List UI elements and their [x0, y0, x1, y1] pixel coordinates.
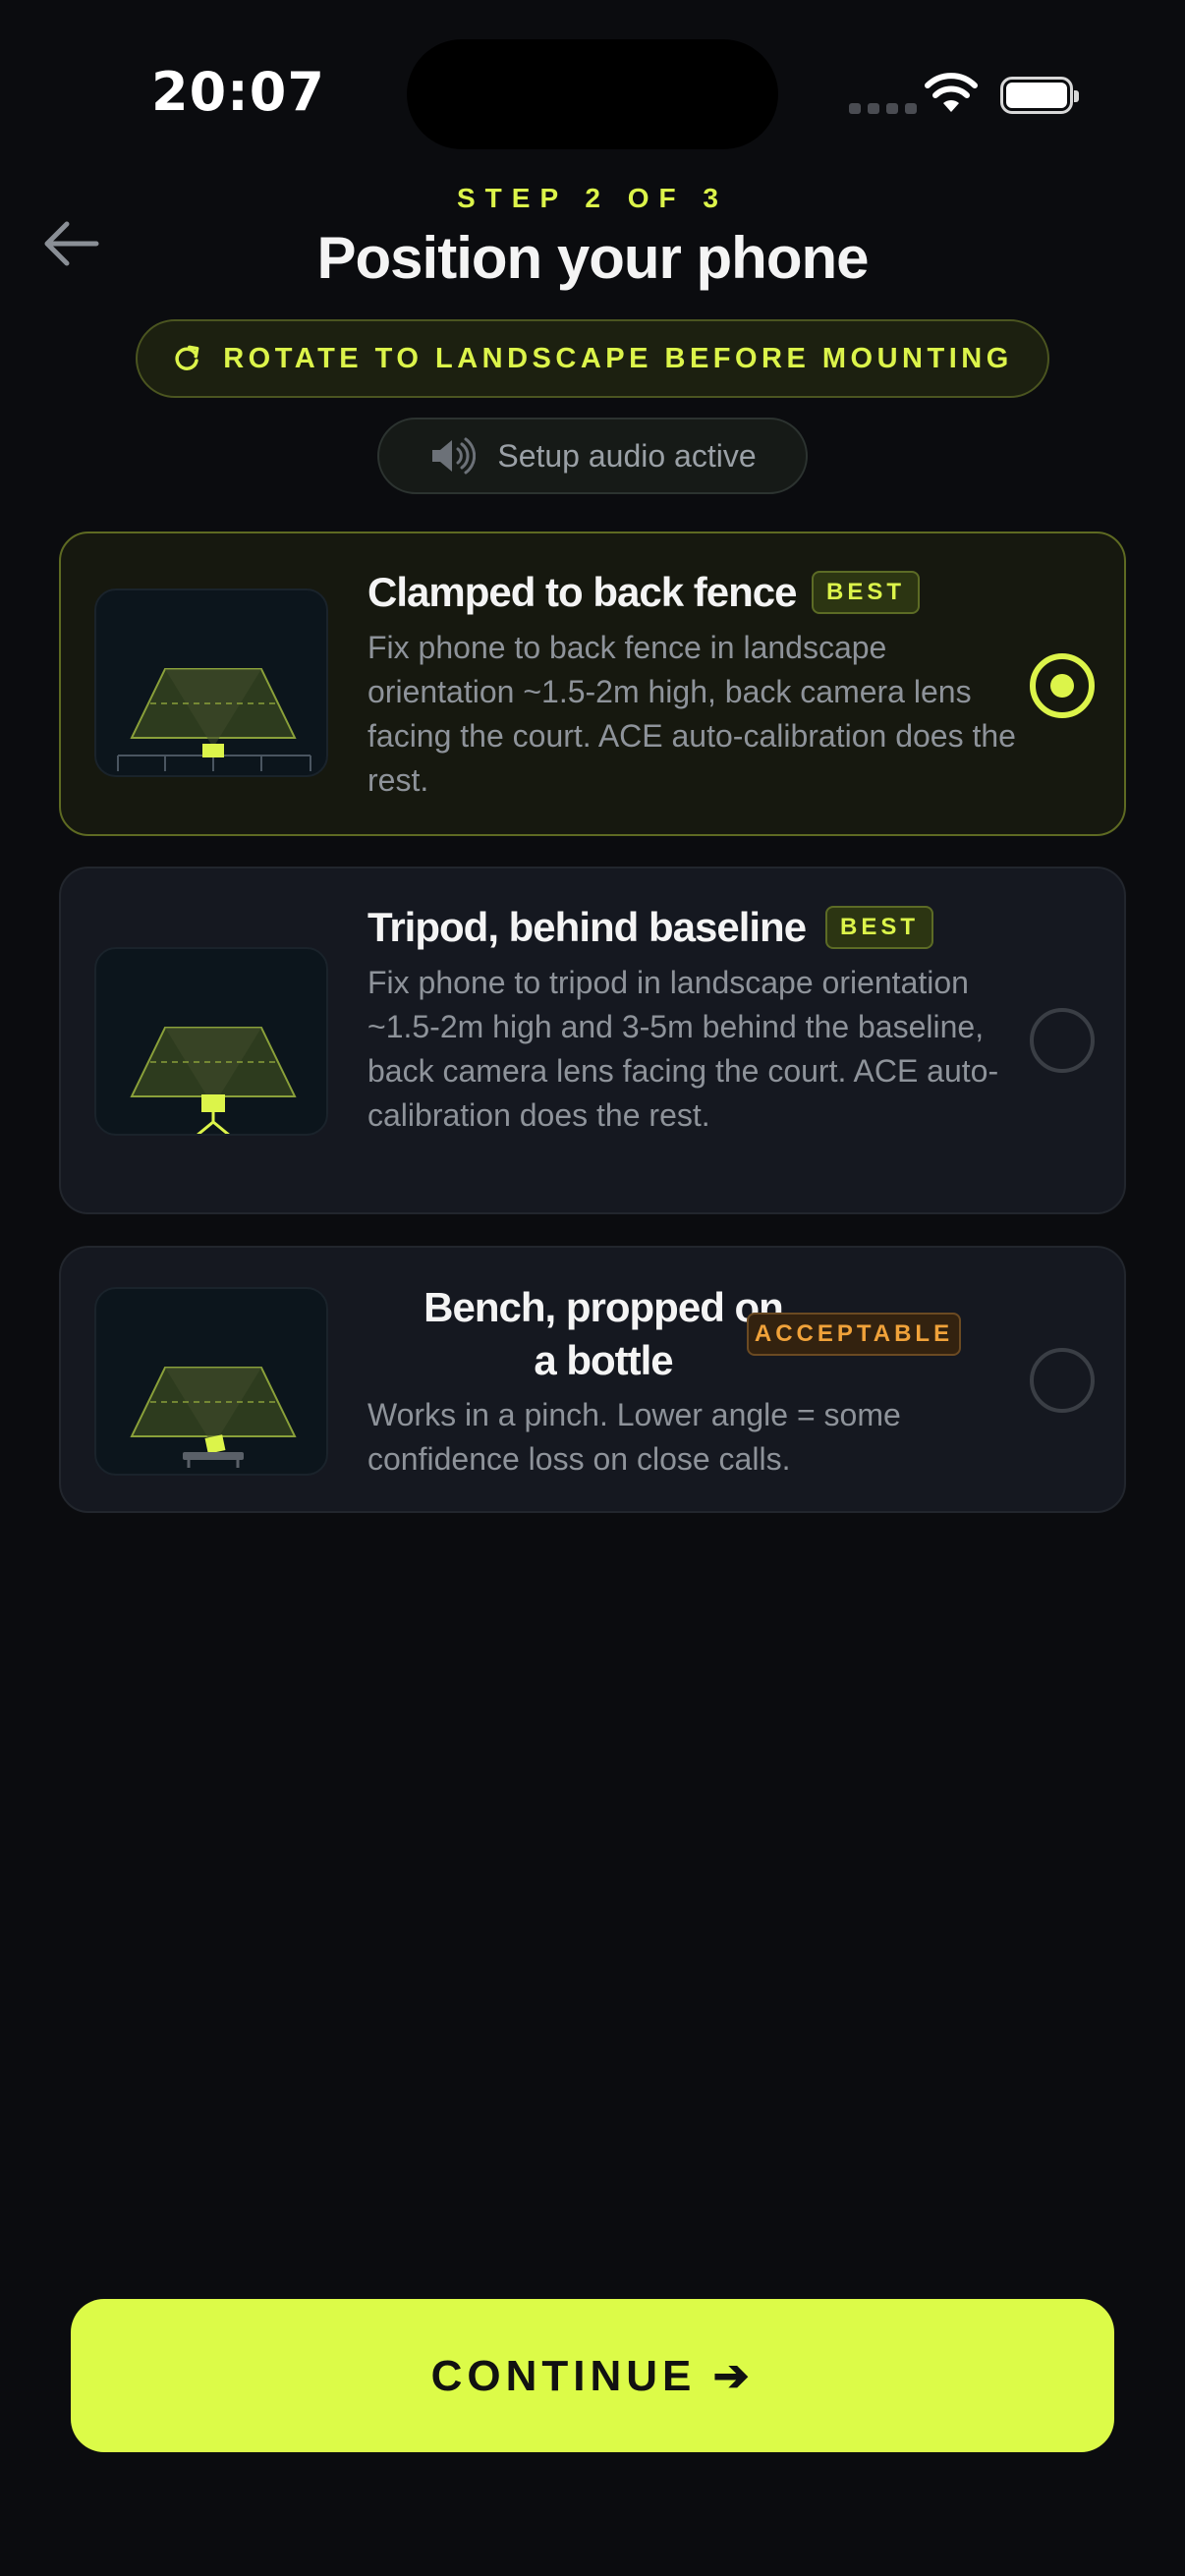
page-title: Position your phone: [316, 225, 870, 291]
audio-status-pill[interactable]: Setup audio active: [377, 418, 808, 494]
rotate-notice-label: ROTATE TO LANDSCAPE BEFORE MOUNTING: [223, 342, 1013, 374]
option-description: Fix phone to tripod in landscape orienta…: [367, 965, 999, 1133]
option-card-tripod[interactable]: Tripod, behind baseline BEST Fix phone t…: [59, 867, 1126, 1214]
step-indicator: STEP 2 OF 3: [457, 183, 728, 213]
option-description: Fix phone to back fence in landscape ori…: [367, 630, 1016, 798]
best-badge: BEST: [825, 906, 933, 949]
bench-mount-icon: [94, 1287, 328, 1476]
tripod-mount-icon: [94, 947, 328, 1136]
rotate-icon: [175, 345, 199, 370]
battery-icon: [1000, 77, 1079, 114]
status-time: 20:07: [151, 61, 325, 123]
best-badge: BEST: [812, 571, 920, 614]
option-description: Works in a pinch. Lower angle = some con…: [367, 1397, 901, 1477]
radio-unselected[interactable]: [1030, 1348, 1095, 1413]
option-title: Clamped to back fence: [367, 569, 797, 615]
acceptable-badge: ACCEPTABLE: [747, 1313, 961, 1356]
radio-unselected[interactable]: [1030, 1008, 1095, 1073]
wifi-icon: [925, 73, 978, 112]
option-card-bench[interactable]: Bench, propped on a bottle ACCEPTABLE Wo…: [59, 1246, 1126, 1513]
audio-status-label: Setup audio active: [497, 437, 757, 474]
fence-mount-icon: [94, 588, 328, 777]
speaker-icon: [432, 437, 477, 475]
dynamic-island: [407, 39, 778, 149]
continue-button[interactable]: CONTINUE ➔: [71, 2299, 1114, 2452]
option-title: Tripod, behind baseline: [367, 904, 807, 950]
rotate-notice: ROTATE TO LANDSCAPE BEFORE MOUNTING: [136, 319, 1049, 398]
option-card-fence[interactable]: Clamped to back fence BEST Fix phone to …: [59, 532, 1126, 836]
cellular-signal-icon: [849, 103, 917, 114]
radio-selected[interactable]: [1030, 653, 1095, 718]
